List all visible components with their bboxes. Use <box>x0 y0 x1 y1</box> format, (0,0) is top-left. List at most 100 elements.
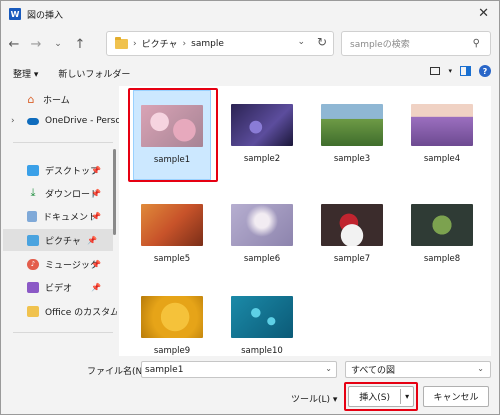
file-name-label: sample8 <box>423 254 461 264</box>
folder-icon <box>27 305 39 317</box>
organize-button[interactable]: 整理 ▾ <box>13 67 38 80</box>
file-item-sample8[interactable]: sample8 <box>403 190 481 280</box>
insert-picture-dialog: W 図の挿入 ✕ ← → ⌄ ↑ › ピクチャ › sample ⌄ ↻ sam… <box>0 0 500 415</box>
file-name-label: sample3 <box>333 154 371 164</box>
sidebar-item-desktop[interactable]: デスクトップ 📌 <box>1 159 119 181</box>
pin-icon[interactable]: 📌 <box>87 236 97 245</box>
preview-pane-icon[interactable] <box>460 66 471 76</box>
pin-icon[interactable]: 📌 <box>91 189 101 198</box>
thumbnail-image <box>411 204 473 246</box>
address-dropdown-icon[interactable]: ⌄ <box>297 37 305 47</box>
file-item-sample4[interactable]: sample4 <box>403 90 481 180</box>
sidebar-item-label: OneDrive - Perso <box>45 116 119 126</box>
document-icon <box>27 210 37 222</box>
recent-locations-chevron-icon[interactable]: ⌄ <box>49 39 67 49</box>
navigation-pane: ⌂ ホーム › OneDrive - Perso デスクトップ 📌 ⤓ ダウンロ… <box>1 86 119 356</box>
chevron-down-icon[interactable]: ⌄ <box>325 364 332 373</box>
sidebar-item-label: ホーム <box>43 95 70 106</box>
music-icon: ♪ <box>27 258 39 270</box>
sidebar-item-downloads[interactable]: ⤓ ダウンロード 📌 <box>1 182 119 204</box>
tools-menu[interactable]: ツール(L) ▾ <box>291 392 337 405</box>
file-item-sample6[interactable]: sample6 <box>223 190 301 280</box>
file-type-select[interactable]: すべての図 ⌄ <box>345 361 491 378</box>
window-title: 図の挿入 <box>27 10 64 21</box>
sidebar-item-label: ドキュメント <box>43 212 98 223</box>
sidebar-item-home[interactable]: ⌂ ホーム <box>1 88 119 110</box>
chevron-right-icon: › <box>133 38 137 49</box>
sidebar-divider <box>13 142 113 143</box>
file-item-sample3[interactable]: sample3 <box>313 90 391 180</box>
thumbnail-image <box>321 204 383 246</box>
folder-icon <box>115 36 128 49</box>
search-box[interactable]: sampleの検索 ⚲ <box>341 31 491 56</box>
insert-highlight-box <box>344 382 418 411</box>
sidebar-item-label: ピクチャ <box>45 236 81 247</box>
pin-icon[interactable]: 📌 <box>91 166 101 175</box>
breadcrumb-pictures[interactable]: ピクチャ <box>142 37 178 50</box>
thumbnail-image <box>231 296 293 338</box>
download-icon: ⤓ <box>30 186 36 199</box>
close-icon[interactable]: ✕ <box>478 6 489 21</box>
file-name-label: sample4 <box>423 154 461 164</box>
sidebar-item-pictures[interactable]: ピクチャ 📌 <box>3 229 113 251</box>
sidebar-item-label: ビデオ <box>45 283 73 294</box>
selection-highlight-box <box>128 88 218 182</box>
address-bar[interactable]: › ピクチャ › sample ⌄ ↻ <box>106 31 334 56</box>
navigation-bar: ← → ⌄ ↑ › ピクチャ › sample ⌄ ↻ sampleの検索 ⚲ <box>1 27 499 61</box>
search-icon[interactable]: ⚲ <box>473 38 480 49</box>
onedrive-icon <box>27 117 39 125</box>
file-item-sample2[interactable]: sample2 <box>223 90 301 180</box>
filename-label: ファイル名(N): <box>87 367 149 377</box>
file-type-value: すべての図 <box>351 366 396 376</box>
home-icon: ⌂ <box>27 92 35 106</box>
video-icon <box>27 281 39 293</box>
new-folder-button[interactable]: 新しいフォルダー <box>58 67 130 80</box>
help-icon[interactable]: ? <box>479 65 491 77</box>
sidebar-item-label: Office のカスタム <box>45 307 117 318</box>
file-name-label: sample7 <box>333 254 371 264</box>
word-app-icon: W <box>9 8 21 20</box>
sidebar-item-videos[interactable]: ビデオ 📌 <box>1 276 119 298</box>
file-item-sample7[interactable]: sample7 <box>313 190 391 280</box>
view-options-icon[interactable] <box>430 67 441 75</box>
chevron-right-icon: › <box>182 38 187 49</box>
file-name-label: sample2 <box>243 154 281 164</box>
sidebar-scrollbar[interactable] <box>113 149 116 235</box>
back-arrow-icon[interactable]: ← <box>5 37 23 52</box>
sidebar-item-documents[interactable]: ドキュメント 📌 <box>1 205 119 227</box>
dialog-footer: ファイル名(N): sample1 ⌄ すべての図 ⌄ ツール(L) ▾ 挿入(… <box>1 356 499 414</box>
sidebar-item-onedrive[interactable]: › OneDrive - Perso <box>1 110 119 132</box>
pictures-icon <box>27 234 39 246</box>
sidebar-divider <box>13 332 113 333</box>
thumbnail-image <box>411 104 473 146</box>
filename-value: sample1 <box>145 364 184 375</box>
view-controls: ▾ ? <box>430 65 491 77</box>
file-name-label: sample9 <box>153 346 191 356</box>
thumbnail-image <box>141 204 203 246</box>
pin-icon[interactable]: 📌 <box>91 260 101 269</box>
view-dropdown-icon[interactable]: ▾ <box>448 67 452 75</box>
title-bar: W 図の挿入 ✕ <box>1 1 499 27</box>
thumbnail-image <box>141 296 203 338</box>
up-arrow-icon[interactable]: ↑ <box>71 37 89 52</box>
cancel-button[interactable]: キャンセル <box>423 386 489 407</box>
sidebar-item-music[interactable]: ♪ ミュージック 📌 <box>1 253 119 275</box>
refresh-icon[interactable]: ↻ <box>317 35 327 49</box>
expand-chevron-icon[interactable]: › <box>11 116 15 126</box>
file-name-label: sample5 <box>153 254 191 264</box>
breadcrumb-sample[interactable]: sample <box>191 39 224 49</box>
pin-icon[interactable]: 📌 <box>91 283 101 292</box>
file-name-label: sample6 <box>243 254 281 264</box>
chevron-down-icon[interactable]: ⌄ <box>477 364 484 373</box>
thumbnail-image <box>321 104 383 146</box>
sidebar-item-office-custom[interactable]: Office のカスタム <box>1 300 119 322</box>
file-name-label: sample10 <box>241 346 283 356</box>
forward-arrow-icon[interactable]: → <box>27 37 45 52</box>
pin-icon[interactable]: 📌 <box>91 212 101 221</box>
search-placeholder: sampleの検索 <box>350 40 410 50</box>
filename-field[interactable]: sample1 ⌄ <box>141 361 337 378</box>
desktop-icon <box>27 164 39 176</box>
thumbnail-image <box>231 104 293 146</box>
command-bar: 整理 ▾ 新しいフォルダー ▾ ? <box>1 61 499 86</box>
file-item-sample5[interactable]: sample5 <box>133 190 211 280</box>
